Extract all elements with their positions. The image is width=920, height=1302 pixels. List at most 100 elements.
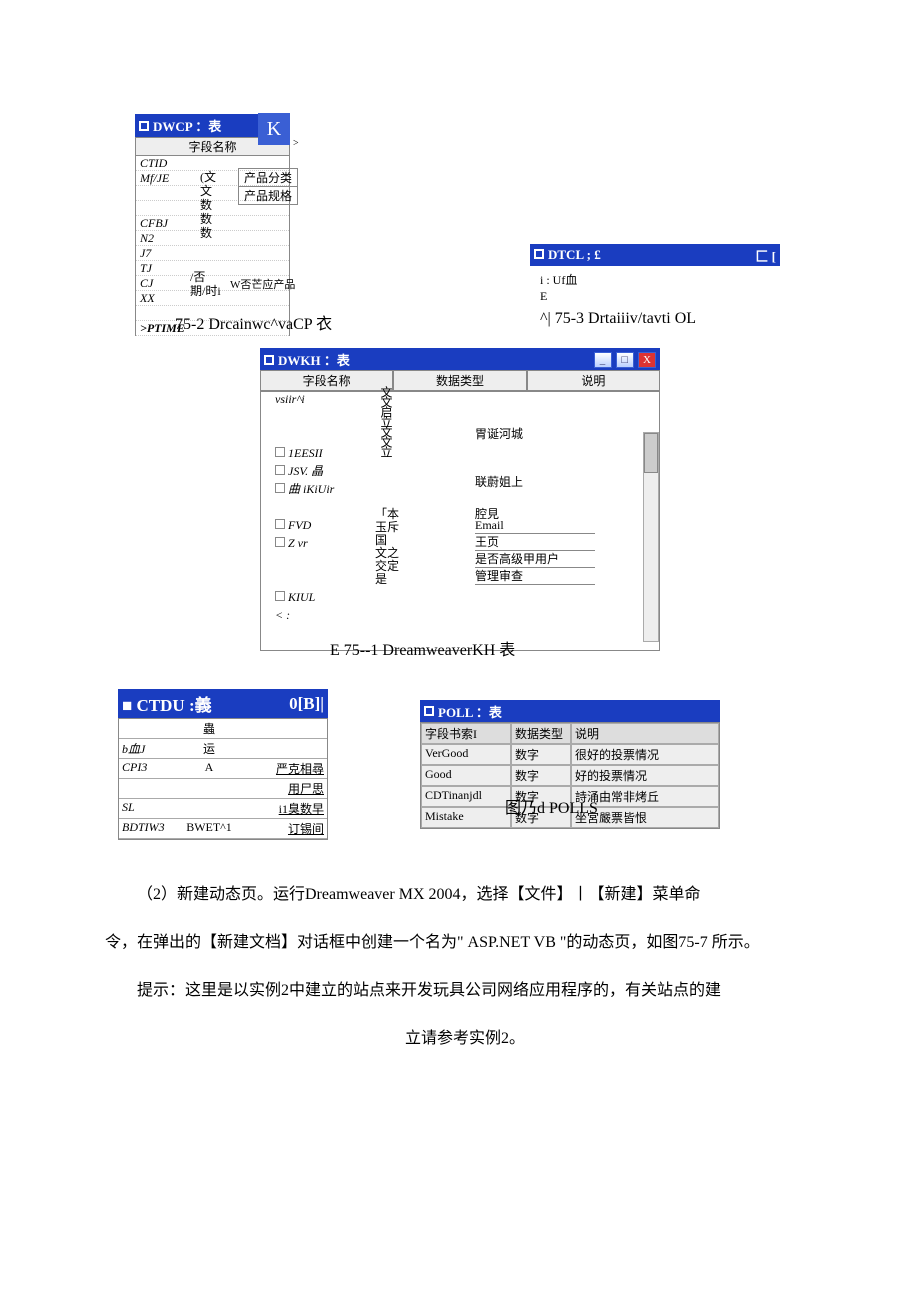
caption-75-3: ^| 75-3 Drtaiiiv/tavti OL [540, 310, 696, 328]
r [475, 458, 595, 474]
ctdu-body: 蟲 b血J运 CPI3A严克相尋 用尸思 SLi1臭数早 BDTIW3BWET^… [118, 718, 328, 840]
dtcl-body: i : Uf血 E [530, 266, 780, 310]
scrollbar[interactable] [643, 432, 659, 642]
t: vsiir^i [275, 390, 305, 408]
c: 运 [179, 739, 239, 758]
r: Z vr [275, 534, 345, 552]
c: BDTIW3 [119, 819, 179, 838]
r: 管理审查 [475, 568, 595, 585]
t: (文 [200, 170, 230, 184]
c: 数字 [511, 765, 571, 786]
dwkh-title: DWKH ：表 [278, 353, 350, 368]
r [475, 442, 595, 458]
para-1: （2）新建动态页。运行Dreamweaver MX 2004，选择【文件】丨【新… [105, 883, 825, 907]
row: CPI3A严克相尋 [119, 759, 327, 779]
r: < : [275, 606, 345, 624]
c: A [179, 759, 239, 778]
dtcl-title: DTCL ; £ [548, 247, 601, 262]
box-icon [275, 591, 285, 601]
c: 好的投票情况 [571, 765, 719, 786]
c [239, 739, 327, 758]
t: FVD [288, 516, 311, 534]
c: SL [119, 799, 179, 818]
dwkh-right-col: 胃诞河城 联蔚姐上 腔見 [475, 410, 595, 522]
dtcl-window: DTCL ; £ 匚 [ i : Uf血 E [530, 244, 780, 310]
r [475, 490, 595, 506]
r: 是否高级甲用户 [475, 551, 595, 568]
minimize-button[interactable]: _ [594, 352, 612, 368]
r: Email [475, 517, 595, 534]
t: 1EESII [288, 444, 323, 462]
para-3: 提示：这里是以实例2中建立的站点来开发玩具公司网络应用程序的，有关站点的建 [105, 979, 825, 1003]
c: CPI3 [119, 759, 179, 778]
r [275, 498, 345, 516]
c: BWET^1 [179, 819, 239, 838]
t: 数 [200, 212, 230, 226]
r [275, 570, 345, 588]
dwcp-col2: (文 文 数 数 数 [200, 170, 230, 240]
scroll-thumb[interactable] [644, 433, 658, 473]
r: FVD [275, 516, 345, 534]
m2a: 「本玉斥国 [375, 508, 405, 547]
caret: > [293, 138, 299, 149]
line2: E [540, 288, 770, 304]
m2b: 文之交定是 [375, 547, 405, 586]
bot1: /否 [190, 270, 221, 284]
body-text: （2）新建动态页。运行Dreamweaver MX 2004，选择【文件】丨【新… [105, 883, 825, 1075]
c [119, 779, 179, 798]
row: b血J运 [119, 739, 327, 759]
dtcl-titlebar: DTCL ; £ 匚 [ [530, 244, 780, 266]
window-buttons: _ □ X [593, 351, 657, 368]
r: KIUL [275, 588, 345, 606]
close-button[interactable]: X [638, 352, 656, 368]
poll-titlebar: POLL ：表 [420, 700, 720, 722]
blue-k-icon: K [258, 113, 290, 145]
box-icon [275, 537, 285, 547]
ctdu-title-right: 0[B]| [289, 694, 324, 714]
hdr2: 数据类型 [393, 370, 526, 391]
r: 曲 iKiUir [275, 480, 345, 498]
hdr1: 字段名称 [260, 370, 393, 391]
c: CDTinanjdl [421, 786, 511, 807]
hdr-label: 蟲 [179, 719, 239, 738]
h: 字段书索I [421, 723, 511, 744]
box-icon [275, 483, 285, 493]
dwcp-col3: 产品分类 产品规格 [238, 168, 298, 204]
ctdu-window: ■ CTDU :義 0[B]| 蟲 b血J运 CPI3A严克相尋 用尸思 SLi… [118, 689, 328, 840]
dwcp-bot: /否 期/时i [190, 270, 221, 298]
dwcp-title: DWCP ：表 [153, 116, 221, 135]
row: BDTIW3BWET^1订锡间 [119, 819, 327, 839]
row: J7 [136, 246, 289, 261]
line1: i : Uf血 [540, 272, 770, 288]
h: 数据类型 [511, 723, 571, 744]
r: 联蔚姐上 [475, 474, 595, 490]
t: 数 [200, 198, 230, 212]
c [179, 779, 239, 798]
t: Z vr [288, 534, 308, 552]
dwkh-right2-col: Email 王页 是否高级甲用户 管理审查 [475, 517, 595, 585]
c: Mistake [421, 807, 511, 828]
c: 用尸思 [239, 779, 327, 798]
c: 订锡间 [239, 819, 327, 838]
c: VerGood [421, 744, 511, 765]
r: vsiir^i [275, 390, 345, 408]
close-glyph[interactable]: 匚 [ [755, 246, 776, 265]
caption-polls: 图乃d POLLS [505, 794, 598, 818]
dwkh-titlebar: DWKH ：表 _ □ X [260, 348, 660, 370]
c [179, 799, 239, 818]
c: b血J [119, 739, 179, 758]
dwkh-header: 字段名称 数据类型 说明 [260, 370, 660, 391]
r: 胃诞河城 [475, 426, 595, 442]
row: 用尸思 [119, 779, 327, 799]
label: 产品分类 [238, 168, 298, 187]
bot2: 期/时i [190, 284, 221, 298]
c: 数字 [511, 744, 571, 765]
r: 1EESII [275, 444, 345, 462]
row: SLi1臭数早 [119, 799, 327, 819]
r [275, 552, 345, 570]
r: JSV. 晶 [275, 462, 345, 480]
window-icon [424, 706, 434, 716]
box-icon [275, 519, 285, 529]
window-icon [264, 355, 274, 365]
maximize-button[interactable]: □ [616, 352, 634, 368]
